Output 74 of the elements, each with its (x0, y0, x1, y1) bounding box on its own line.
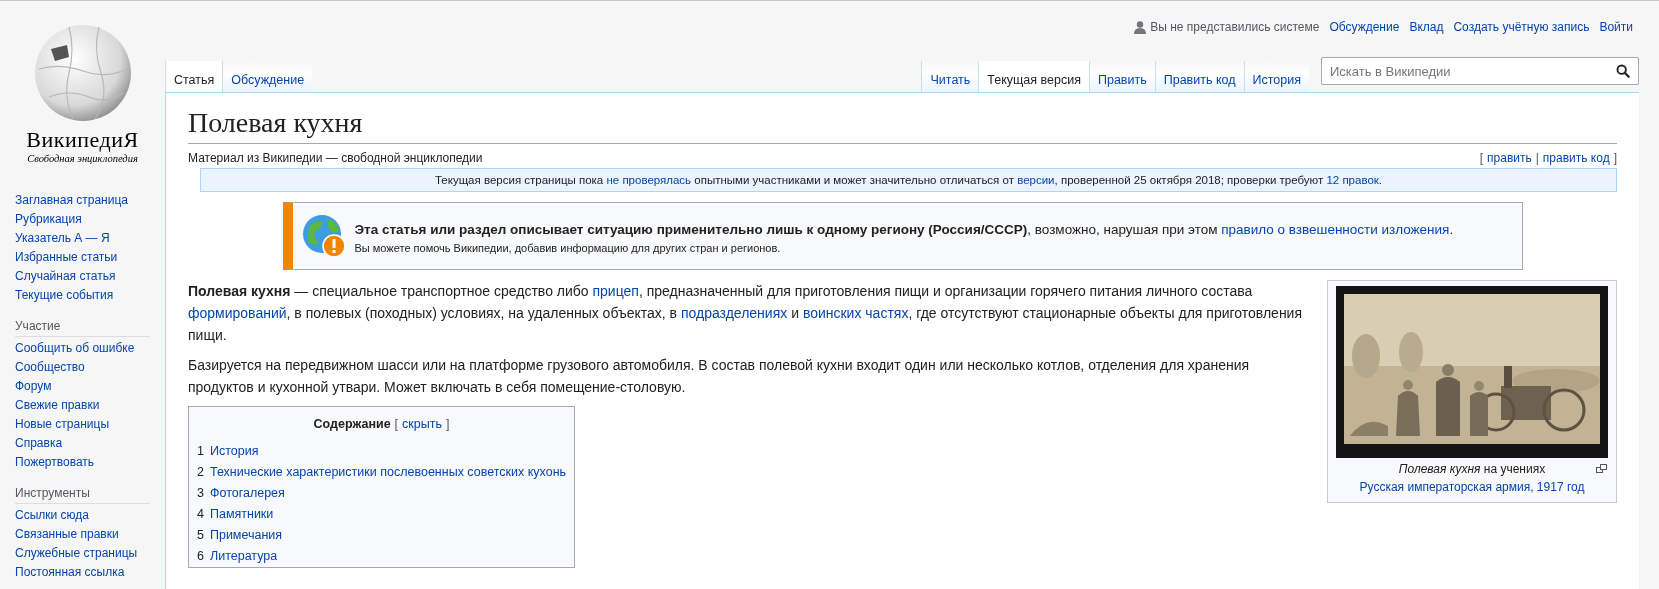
sidebar-link[interactable]: Случайная статья (15, 267, 165, 286)
toggle-link[interactable]: скрыть (402, 414, 442, 436)
sidebar-link[interactable]: Свежие правки (15, 396, 165, 415)
toc-number: 2 (197, 464, 204, 482)
toc-number: 6 (197, 548, 204, 566)
bracket: ] (1613, 151, 1617, 166)
edit-link[interactable]: править код (1542, 151, 1610, 166)
message-note: Вы можете помочь Википедии, добавив информацию для других стран и регионов. (354, 241, 782, 254)
tab[interactable]: История (1243, 61, 1309, 93)
link[interactable]: прицеп (592, 283, 639, 300)
toc-number: 3 (197, 485, 204, 503)
toc-number: 1 (197, 443, 204, 461)
wordmark: ВикипедиЯ (26, 127, 139, 153)
search-icon[interactable] (1616, 64, 1630, 78)
sidebar-link[interactable]: Рубрикация (15, 210, 165, 229)
toc-number: 5 (197, 527, 204, 545)
header-link[interactable]: Обсуждение (1329, 20, 1400, 34)
sidebar-link[interactable]: Справка (15, 434, 165, 453)
tab[interactable]: Править код (1154, 61, 1244, 93)
header-link[interactable]: Создать учётную запись (1453, 20, 1590, 34)
site-subtitle: Материал из Википедии — свободной энциклопедии (188, 151, 483, 166)
toc-link[interactable]: Литература (209, 546, 278, 568)
bracket: [ (394, 416, 399, 434)
toc-link[interactable]: Технические характеристики послевоенных советских кухонь (209, 462, 567, 484)
sidebar-link[interactable]: Текущие события (15, 286, 165, 305)
search-field[interactable]: Искать в Википедии (1321, 57, 1639, 85)
sidebar-link[interactable]: Постоянная ссылка (15, 563, 165, 582)
revision-notice: Текущая версия страницы пока не проверялась опытными участниками и может значительно отличаться от версии, проверенной 25 октября 2018; проверки требуют 12 правок. (200, 168, 1617, 193)
toc-link[interactable]: История (209, 441, 259, 463)
section-heading: Инструменты (15, 482, 150, 504)
toc-number: 4 (197, 506, 204, 524)
tab[interactable]: Обсуждение (222, 61, 313, 93)
sidebar-link[interactable]: Форум (15, 377, 165, 396)
toc-title: Содержание (313, 416, 391, 434)
sidebar-link[interactable]: Новые страницы (15, 415, 165, 434)
sidebar-link[interactable]: Сообщить об ошибке (15, 339, 165, 358)
header-link[interactable]: Вклад (1409, 20, 1444, 34)
sidebar-link[interactable]: Избранные статьи (15, 248, 165, 267)
separator: | (1535, 151, 1539, 166)
paragraph: Базируется на передвижном шасси или на платформе грузового автомобиля. В состав полевой кухни входит один или несколько котлов, отделения для хранения продуктов и кухонной утвари. Может включать в себя помещение-столовую. (188, 356, 1251, 398)
link[interactable]: формирований (188, 305, 287, 322)
image-caption: Полевая кухня на учениях (1398, 461, 1546, 479)
tab[interactable]: Текущая версия (978, 61, 1089, 93)
enlarge-icon (1596, 464, 1607, 474)
tab[interactable]: Статья (165, 61, 223, 93)
globe-warning-icon (300, 213, 347, 260)
sidebar-link[interactable]: Сообщество (15, 358, 165, 377)
edit-link[interactable]: править (1487, 151, 1532, 166)
section-heading: Участие (15, 315, 150, 337)
tab[interactable]: Править (1088, 61, 1155, 93)
sidebar-link[interactable]: Пожертвовать (15, 453, 165, 472)
user-icon (1134, 20, 1147, 34)
paragraph: Полевая кухня — специальное транспортное средство либо прицеп, предназначенный для приготовления пищи и организации горячего питания личного состава формирований, в полевых (походных) условиях, на удаленных объектах, в подразделениях и воинских частях, где отсутствуют стационарные объекты для приготовления пищи. (188, 282, 1303, 346)
bracket: ] (446, 416, 450, 434)
link[interactable]: 12 правок (1326, 174, 1379, 187)
sidebar-link[interactable]: Служебные страницы (15, 544, 165, 563)
caption-link[interactable]: Русская императорская армия, 1917 год (1359, 478, 1585, 497)
tab[interactable]: Читать (921, 61, 979, 93)
bracket: [ (1479, 151, 1484, 166)
header-link[interactable]: Войти (1599, 20, 1633, 34)
toc-link[interactable]: Памятники (209, 504, 274, 526)
toc-link[interactable]: Примечания (209, 525, 283, 547)
sidebar-link[interactable]: Ссылки сюда (15, 506, 165, 525)
login-status: Вы не представились системе (1150, 20, 1320, 34)
sidebar-link[interactable]: Указатель А — Я (15, 229, 165, 248)
sidebar-link[interactable]: Заглавная страница (15, 191, 165, 210)
link[interactable]: версии (1017, 174, 1055, 187)
message-text: Эта статья или раздел описывает ситуацию применительно лишь к одному региону (Россия/СССР), возможно, нарушая при этом правило о взвешенности изложения. (354, 220, 1455, 239)
link[interactable]: не проверялась (606, 174, 692, 187)
sidebar-link[interactable]: Связанные правки (15, 525, 165, 544)
page-title: Полевая кухня (188, 105, 1617, 145)
toc-link[interactable]: Фотогалерея (209, 483, 285, 505)
link[interactable]: подразделениях (680, 305, 788, 322)
tagline: Свободная энциклопедия (27, 153, 138, 164)
